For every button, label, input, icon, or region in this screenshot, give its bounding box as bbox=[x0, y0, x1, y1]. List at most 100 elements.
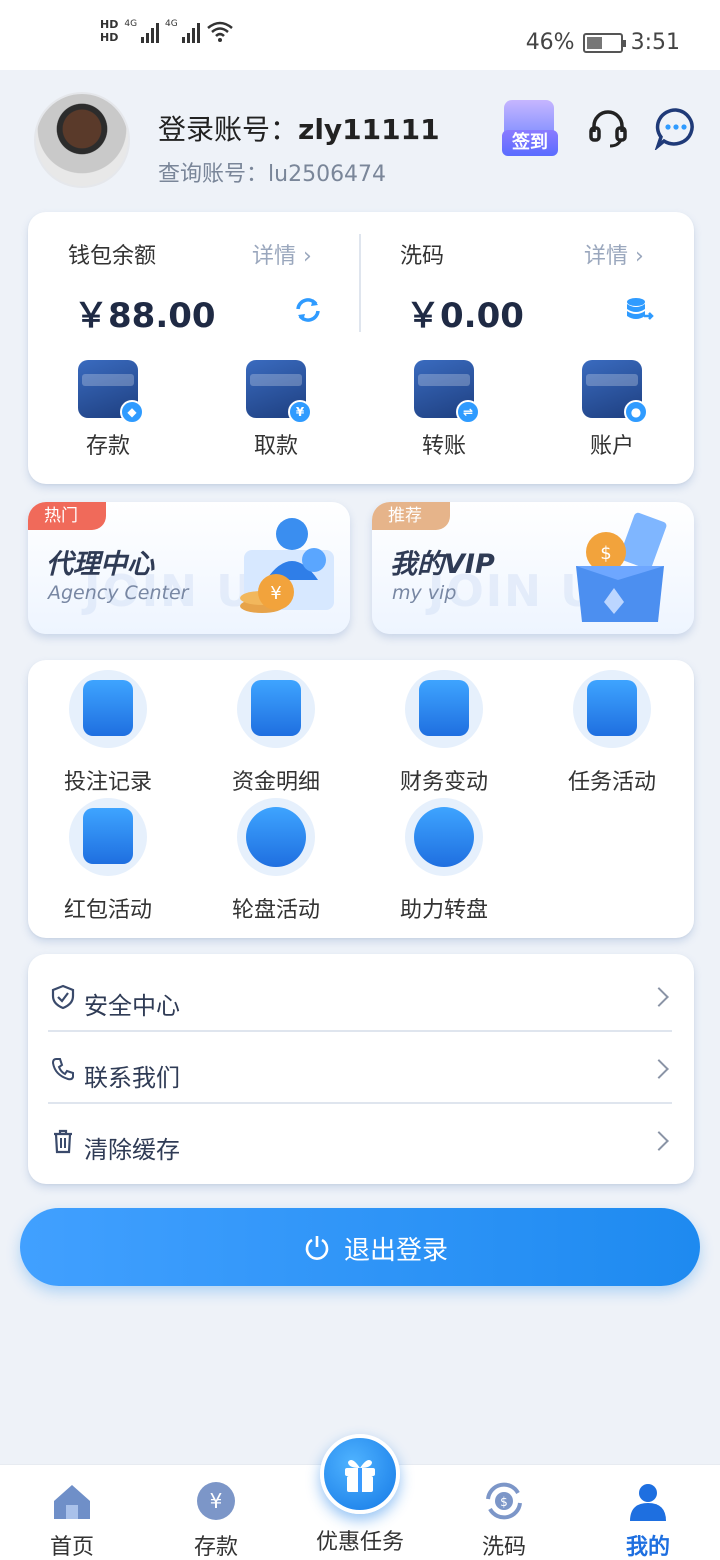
tab-promotions-label[interactable]: 优惠任务 bbox=[300, 1524, 420, 1556]
settings-menu: 安全中心 联系我们 清除缓存 bbox=[28, 954, 694, 1184]
wallet-divider bbox=[359, 234, 361, 332]
power-icon bbox=[305, 1236, 329, 1260]
hot-tag: 热门 bbox=[28, 502, 106, 530]
balance-section: 钱包余额 详情 › ￥88.00 bbox=[68, 232, 320, 342]
deposit-button[interactable]: ◆ 存款 bbox=[53, 360, 163, 460]
grid-label: 资金明细 bbox=[231, 770, 320, 795]
profile-header: 登录账号：zly11111 查询账号：lu2506474 签到 bbox=[0, 70, 720, 210]
signal-icon-1: 4G bbox=[124, 19, 160, 43]
tab-label: 洗码 bbox=[481, 1535, 526, 1560]
wash-detail-link[interactable]: 详情 › bbox=[584, 238, 644, 270]
account-icon: ● bbox=[582, 360, 648, 424]
home-icon bbox=[54, 1485, 90, 1519]
menu-item-security[interactable]: 安全中心 bbox=[48, 960, 672, 1032]
withdraw-badge: ¥ bbox=[288, 400, 312, 424]
svg-text:¥: ¥ bbox=[210, 1489, 223, 1513]
feature-grid: 投注记录 资金明细 财务变动 任务活动 红包活动 轮盘活动 助力转盘 bbox=[28, 660, 694, 938]
menu-label: 清除缓存 bbox=[84, 1136, 180, 1164]
my-vip-card[interactable]: 推荐 JOIN US 我的VIP my vip $ bbox=[372, 502, 694, 634]
login-account-label: 登录账号： bbox=[158, 113, 299, 146]
transfer-button[interactable]: ⇌ 转账 bbox=[389, 360, 499, 460]
headset-icon[interactable] bbox=[586, 106, 630, 150]
grid-item-assist-wheel[interactable]: 助力转盘 bbox=[374, 798, 514, 924]
account-button[interactable]: ● 账户 bbox=[557, 360, 667, 460]
battery-icon bbox=[582, 32, 626, 53]
chevron-right-icon bbox=[649, 1059, 669, 1079]
refresh-icon[interactable] bbox=[294, 296, 322, 324]
grid-item-red-packet[interactable]: 红包活动 bbox=[38, 798, 178, 924]
agency-title: 代理中心 bbox=[46, 549, 154, 580]
grid-label: 轮盘活动 bbox=[231, 898, 320, 923]
svg-text:¥: ¥ bbox=[270, 583, 281, 604]
balance-detail-link[interactable]: 详情 › bbox=[252, 238, 312, 270]
svg-text:$: $ bbox=[500, 1495, 508, 1509]
clock: 3:51 bbox=[630, 30, 680, 55]
svg-text:$: $ bbox=[600, 543, 611, 564]
shield-icon bbox=[51, 984, 75, 1010]
transfer-badge: ⇌ bbox=[456, 400, 480, 424]
query-account-label: 查询账号： bbox=[158, 162, 269, 187]
tab-home[interactable]: 首页 bbox=[22, 1479, 122, 1560]
grid-item-fund-details[interactable]: 资金明细 bbox=[206, 670, 346, 796]
tab-mine[interactable]: 我的 bbox=[598, 1479, 698, 1560]
withdraw-card-icon: ¥ bbox=[246, 360, 312, 424]
logout-button[interactable]: 退出登录 bbox=[20, 1208, 700, 1286]
user-icon bbox=[630, 1484, 666, 1521]
hd-label-1: HD bbox=[100, 18, 119, 31]
grid-label: 助力转盘 bbox=[399, 898, 488, 923]
status-bar: HD HD 4G 4G 46% 3:51 bbox=[0, 0, 720, 70]
grid-item-roulette[interactable]: 轮盘活动 bbox=[206, 798, 346, 924]
tab-label: 首页 bbox=[49, 1535, 94, 1560]
tab-wash[interactable]: $ 洗码 bbox=[454, 1479, 554, 1560]
phone-icon bbox=[51, 1058, 74, 1081]
trash-icon bbox=[54, 1129, 72, 1154]
deposit-icon: ¥ bbox=[197, 1482, 235, 1520]
wifi-icon bbox=[206, 21, 233, 42]
menu-label: 安全中心 bbox=[84, 992, 180, 1020]
balance-amount: ￥88.00 bbox=[74, 296, 216, 336]
avatar[interactable] bbox=[34, 92, 130, 188]
network-type-2: 4G bbox=[165, 19, 178, 29]
withdraw-button[interactable]: ¥ 取款 bbox=[221, 360, 331, 460]
transfer-label: 转账 bbox=[421, 434, 466, 459]
login-account-value: zly11111 bbox=[298, 113, 440, 146]
network-type-1: 4G bbox=[124, 19, 138, 29]
deposit-badge: ◆ bbox=[120, 400, 144, 424]
vip-box-icon: $ bbox=[576, 512, 667, 622]
tab-deposit[interactable]: ¥ 存款 bbox=[166, 1479, 266, 1560]
agency-people-icon: ¥ bbox=[240, 518, 334, 613]
tab-promotions-button[interactable] bbox=[320, 1434, 400, 1514]
battery-percent: 46% bbox=[525, 30, 575, 55]
chevron-right-icon bbox=[649, 1131, 669, 1151]
document-icon bbox=[251, 680, 301, 736]
agency-subtitle: Agency Center bbox=[48, 582, 189, 604]
grid-label: 财务变动 bbox=[399, 770, 488, 795]
wash-amount: ￥0.00 bbox=[406, 296, 524, 336]
grid-item-finance-changes[interactable]: 财务变动 bbox=[374, 670, 514, 796]
menu-item-clear-cache[interactable]: 清除缓存 bbox=[48, 1104, 672, 1176]
wallet-card: 钱包余额 详情 › ￥88.00 洗码 详情 › ￥0.00 ◆ 存款 ¥ 取款… bbox=[28, 212, 694, 484]
account-badge: ● bbox=[624, 400, 648, 424]
battery-fill bbox=[586, 36, 602, 49]
gift-icon bbox=[345, 1460, 375, 1492]
signin-button[interactable]: 签到 bbox=[498, 94, 560, 158]
chat-icon[interactable] bbox=[654, 106, 698, 150]
logout-label: 退出登录 bbox=[344, 1236, 449, 1266]
tab-label: 存款 bbox=[193, 1535, 238, 1560]
wash-title: 洗码 bbox=[400, 244, 445, 269]
trend-chart-icon bbox=[419, 680, 469, 736]
vip-title: 我的VIP bbox=[390, 549, 495, 580]
login-account: 登录账号：zly11111 bbox=[158, 108, 440, 148]
grid-label: 任务活动 bbox=[567, 770, 656, 795]
deposit-wallet-icon: ◆ bbox=[78, 360, 144, 424]
signal-icon-2: 4G bbox=[165, 19, 200, 43]
menu-item-contact[interactable]: 联系我们 bbox=[48, 1032, 672, 1104]
agency-center-card[interactable]: 热门 JOIN US 代理中心 Agency Center ¥ bbox=[28, 502, 350, 634]
database-icon[interactable] bbox=[624, 296, 654, 324]
grid-label: 红包活动 bbox=[63, 898, 152, 923]
grid-item-bet-records[interactable]: 投注记录 bbox=[38, 670, 178, 796]
account-label: 账户 bbox=[589, 434, 634, 459]
spade-notebook-icon bbox=[83, 680, 133, 736]
grid-item-task-activity[interactable]: 任务活动 bbox=[542, 670, 682, 796]
recommend-tag: 推荐 bbox=[372, 502, 450, 530]
